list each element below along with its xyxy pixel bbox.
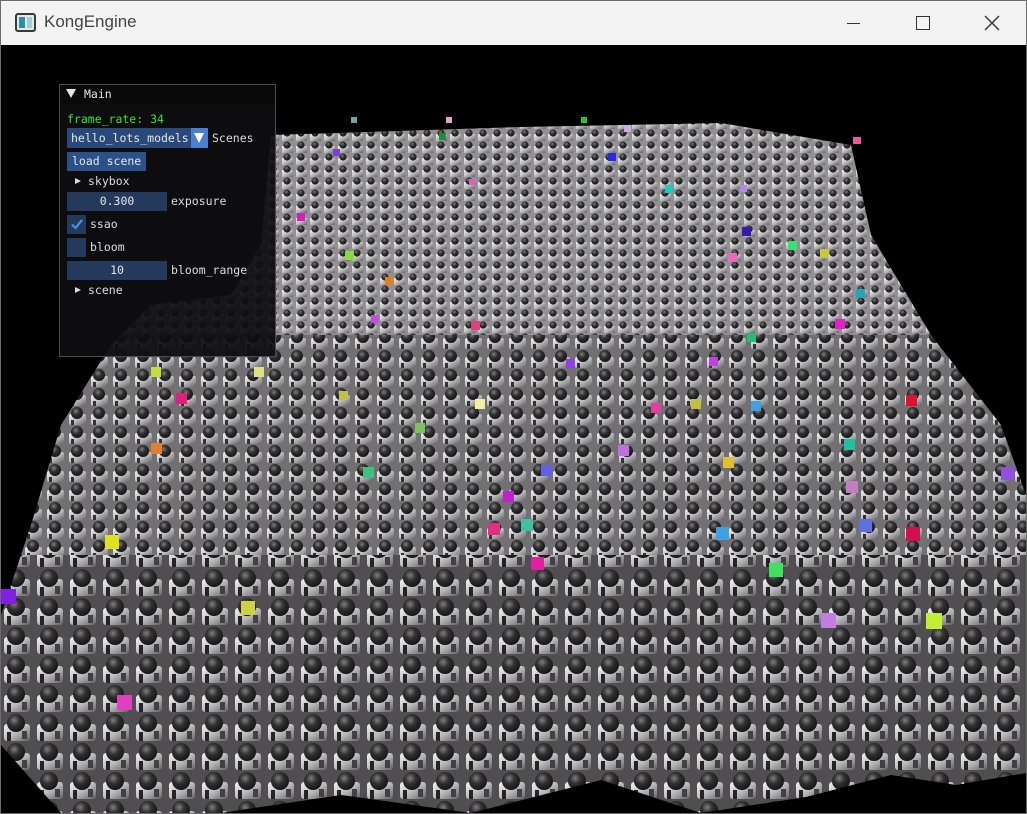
scenes-label: Scenes bbox=[212, 131, 254, 145]
scene-combo-value: hello_lots_models bbox=[71, 131, 189, 145]
skybox-tree-node[interactable]: skybox bbox=[88, 174, 130, 188]
maximize-icon bbox=[916, 16, 930, 30]
skybox-tree-arrow-icon[interactable] bbox=[75, 178, 81, 184]
minimize-button[interactable] bbox=[818, 1, 888, 45]
scene-tree-node[interactable]: scene bbox=[88, 283, 123, 297]
frame-rate-text: frame_rate: 34 bbox=[67, 112, 164, 126]
imgui-title-bar[interactable]: Main bbox=[60, 85, 275, 104]
bloom-range-slider[interactable]: 10 bbox=[67, 261, 167, 280]
minimize-icon bbox=[846, 22, 860, 24]
app-window-icon bbox=[15, 13, 36, 32]
window-title: KongEngine bbox=[44, 12, 137, 31]
exposure-slider[interactable]: 0.300 bbox=[67, 192, 167, 211]
bloom-range-label: bloom_range bbox=[171, 263, 248, 277]
bloom-checkbox[interactable] bbox=[67, 238, 86, 257]
close-icon bbox=[984, 15, 1000, 31]
dropdown-arrow-icon bbox=[194, 133, 204, 143]
scene-combo[interactable]: hello_lots_models bbox=[67, 128, 208, 148]
check-icon bbox=[71, 219, 83, 230]
app-window: KongEngine Main frame_rate: 34 hello_lot… bbox=[0, 0, 1027, 814]
bloom-label: bloom bbox=[90, 240, 125, 254]
scene-tree-arrow-icon[interactable] bbox=[75, 287, 81, 293]
ssao-checkbox[interactable] bbox=[67, 215, 86, 234]
maximize-button[interactable] bbox=[888, 1, 958, 45]
ssao-label: ssao bbox=[90, 217, 118, 231]
collapse-arrow-icon[interactable] bbox=[66, 89, 76, 98]
exposure-label: exposure bbox=[171, 194, 227, 208]
load-scene-button[interactable]: load scene bbox=[67, 152, 146, 171]
title-bar[interactable]: KongEngine bbox=[1, 1, 1026, 45]
close-button[interactable] bbox=[957, 1, 1026, 45]
imgui-title: Main bbox=[84, 87, 112, 101]
imgui-main-window[interactable]: Main frame_rate: 34 hello_lots_models Sc… bbox=[59, 84, 276, 357]
